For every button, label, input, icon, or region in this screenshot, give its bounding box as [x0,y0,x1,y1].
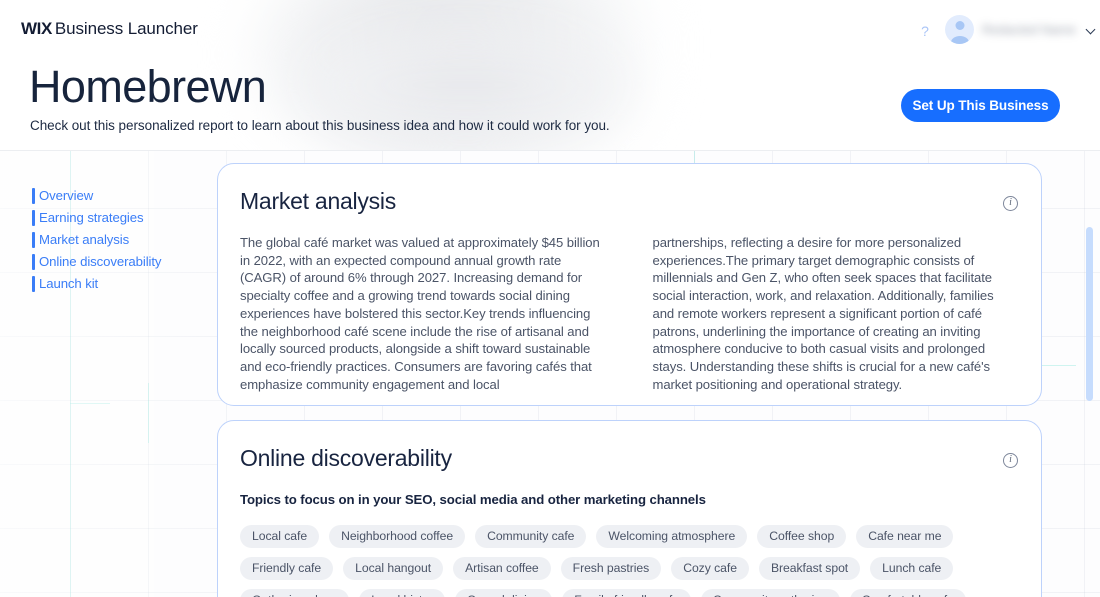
topic-chip[interactable]: Local hangout [343,557,444,580]
sidebar-item-launch-kit[interactable]: Launch kit [32,273,207,295]
page-scrollbar[interactable] [1085,151,1095,597]
topic-chip[interactable]: Local bistro [359,589,446,597]
topic-chip[interactable]: Welcoming atmosphere [596,525,748,548]
market-analysis-body: The global café market was valued at app… [218,215,1041,393]
topic-chip[interactable]: Community gathering [700,589,840,597]
brand-name: Business Launcher [54,19,198,38]
topic-chip[interactable]: Cafe near me [856,525,954,548]
online-discoverability-title: Online discoverability [240,445,452,471]
topic-chip[interactable]: Breakfast spot [758,557,861,580]
topic-chip[interactable]: Gathering place [240,589,350,597]
topic-chip[interactable]: Community cafe [475,525,587,548]
brand-logo[interactable]: WIX Business Launcher [21,19,198,39]
brand-mark: WIX [21,19,52,38]
sidebar-item-earning-strategies[interactable]: Earning strategies [32,207,207,229]
help-icon[interactable]: ? [910,16,940,46]
sidebar-item-market-analysis[interactable]: Market analysis [32,229,207,251]
set-up-this-business-button[interactable]: Set Up This Business [901,89,1060,122]
online-discoverability-header: Online discoverability i [218,421,1041,472]
info-circle-icon[interactable]: i [1003,453,1018,468]
user-menu[interactable]: Redacted Name [945,15,1096,44]
report-body: Overview Earning strategies Market analy… [0,151,1100,597]
business-launcher-page: WIX Business Launcher ? Redacted Name Hom… [0,0,1100,597]
page-title: Homebrewn [29,61,267,112]
info-circle-icon[interactable]: i [1003,196,1018,211]
topic-chip[interactable]: Local cafe [240,525,320,548]
topic-chip[interactable]: Cozy cafe [671,557,749,580]
user-name-label: Redacted Name [982,22,1076,37]
topic-chip-list: Local cafe Neighborhood coffee Community c… [218,507,1041,597]
topic-chip[interactable]: Friendly cafe [240,557,334,580]
topic-chip[interactable]: Comfortable cafe [849,589,966,597]
topic-chip[interactable]: Coffee shop [757,525,847,548]
topic-chip[interactable]: Family-friendly cafe [562,589,691,597]
online-discoverability-subtitle: Topics to focus on in your SEO, social m… [240,492,706,507]
market-analysis-column-left: The global café market was valued at app… [240,235,600,392]
chevron-down-icon [1086,25,1096,35]
section-nav: Overview Earning strategies Market analy… [32,185,207,295]
market-analysis-title: Market analysis [240,188,397,214]
market-analysis-column-right: partnerships, reflecting a desire for mo… [652,235,994,392]
market-analysis-card: Market analysis i The global café market… [217,163,1042,406]
page-subtitle: Check out this personalized report to le… [30,118,610,133]
page-header: WIX Business Launcher ? Redacted Name Hom… [0,0,1100,151]
topic-chip[interactable]: Lunch cafe [870,557,954,580]
sidebar-item-online-discoverability[interactable]: Online discoverability [32,251,207,273]
topic-chip[interactable]: Neighborhood coffee [329,525,466,548]
topic-chip[interactable]: Fresh pastries [560,557,662,580]
topic-chip[interactable]: Casual dining [455,589,553,597]
sidebar-item-overview[interactable]: Overview [32,185,207,207]
avatar [945,15,974,44]
market-analysis-header: Market analysis i [218,164,1041,215]
topic-chip[interactable]: Artisan coffee [453,557,551,580]
online-discoverability-card: Online discoverability i Topics to focus… [217,420,1042,597]
scrollbar-thumb[interactable] [1086,227,1093,401]
